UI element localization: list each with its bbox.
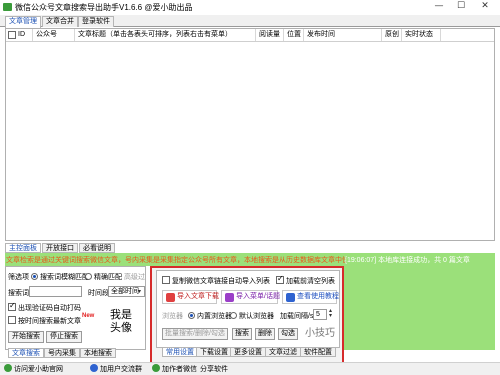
col-divider [440,29,441,41]
radio-default-label: 默认浏览器 [239,313,274,320]
avatar-line1: 我是 [110,308,132,321]
interval-input[interactable]: 5 [313,309,327,320]
share-software-link[interactable]: 分享软件 [200,364,228,374]
official-site-link[interactable]: 访问爱小助官网 [14,364,63,374]
clear-list-label: 加载前清空列表 [286,278,335,285]
col-reads[interactable]: 阅读量 [259,29,280,41]
radio-exact-match[interactable] [85,273,92,280]
stepper-icon[interactable]: ▴ ▾ [329,308,332,319]
keyword-input[interactable] [29,286,82,297]
tab-login[interactable]: 登录软件 [78,16,114,27]
tutorial-button[interactable]: 查看使用教程 [282,290,339,304]
search-latest-label: 按时间搜索最新文章 [18,318,81,325]
avatar-line2: 头像 [110,321,132,334]
col-divider [283,29,284,41]
log-area [344,266,495,350]
keyword-label: 搜索词 [8,290,29,297]
radio-builtin-browser[interactable] [188,312,195,319]
tab-account-collect[interactable]: 号内采集 [44,348,80,358]
tab-main-panel[interactable]: 主控面板 [5,243,41,253]
tab-article-filter[interactable]: 文章过滤 [265,347,301,357]
help-icon [286,293,295,302]
radio-fuzzy-match[interactable] [31,273,38,280]
col-original[interactable]: 原创 [385,29,399,41]
close-icon[interactable]: ✕ [474,0,496,13]
col-divider [255,29,256,41]
minimize-icon[interactable]: — [428,0,450,13]
col-divider [303,29,304,41]
tab-article-manage[interactable]: 文章管理 [5,16,41,28]
delete-button[interactable]: 删除 [255,328,275,340]
download-icon [166,293,175,302]
maximize-icon[interactable]: ☐ [450,0,472,13]
select-button[interactable]: 勾选 [278,328,298,340]
window-title: 微信公众号文章搜索导出助手V1.6.6 @爱小助出品 [15,3,193,12]
tab-article-search[interactable]: 文章搜索 [8,348,44,358]
tab-local-search[interactable]: 本地搜索 [80,348,116,358]
app-icon [3,3,12,11]
col-title[interactable]: 文章标题（单击各表头可排序，列表右击有菜单） [78,29,232,41]
col-id[interactable]: ID [18,29,25,41]
user-group-link[interactable]: 加用户交流群 [100,364,142,374]
tab-open-api[interactable]: 开放接口 [42,243,78,253]
radio-builtin-label: 内置浏览器 [197,313,232,320]
select-all-checkbox[interactable] [8,31,16,39]
col-publish-time[interactable]: 发布时间 [307,29,335,41]
auto-captcha-checkbox[interactable] [8,301,16,311]
chevron-down-icon: ▾ [138,288,142,295]
import-menu-label: 导入菜单/话题 [236,293,280,300]
clear-list-checkbox[interactable] [276,274,284,284]
auto-captcha-label: 出现验证码自动打码 [18,305,81,312]
tab-more-settings[interactable]: 更多设置 [230,347,266,357]
time-range-value: 全部时间 [111,288,139,295]
interval-label: 加载间隔/s [280,313,314,320]
tab-article-merge[interactable]: 文章合并 [42,16,78,27]
log-message: [19:06:07] 本地库连接成功，共 0 篇文章 [345,257,470,264]
col-divider [401,29,402,41]
home-icon [4,364,12,372]
browser-label: 浏览器 [162,313,183,320]
radio-exact-label: 精确匹配 [94,274,122,281]
tab-software-config[interactable]: 软件配置 [300,347,336,357]
col-divider [74,29,75,41]
article-table[interactable] [5,28,495,241]
start-search-button[interactable]: 开始搜索 [8,331,44,343]
table-header-border [6,41,494,42]
auto-import-link-label: 复制微信文章链接自动导入列表 [172,278,270,285]
status-bar [0,362,500,375]
col-status[interactable]: 实时状态 [405,29,433,41]
tips-label[interactable]: 小技巧 [303,327,337,340]
import-download-button[interactable]: 导入文章下载 [162,290,219,304]
col-divider [381,29,382,41]
tab-common-settings[interactable]: 常用设置 [162,347,198,357]
avatar: 我是 头像 [100,308,142,334]
interval-value: 5 [316,311,320,318]
radio-default-browser[interactable] [230,312,237,319]
import-menu-button[interactable]: 导入菜单/话题 [221,290,280,304]
search-latest-checkbox[interactable] [8,316,16,324]
col-divider [32,29,33,41]
menu-icon [225,293,234,302]
batch-search-button[interactable]: 批量搜索/删除/勾选 [162,328,228,340]
author-wechat-link[interactable]: 加作者微信 [162,364,197,374]
group-icon [90,364,98,372]
auto-import-link-checkbox[interactable] [162,276,170,284]
radio-advanced-label: 高级过 [124,274,145,281]
wechat-icon [152,364,160,372]
col-account[interactable]: 公众号 [36,29,57,41]
time-range-label: 时间段 [88,290,109,297]
radio-fuzzy-label: 搜索词模糊匹配 [40,274,89,281]
tutorial-label: 查看使用教程 [297,293,339,300]
match-label: 筛选项 [8,274,29,281]
tab-download-settings[interactable]: 下载设置 [196,347,232,357]
import-download-label: 导入文章下载 [177,293,219,300]
col-position[interactable]: 位置 [287,29,301,41]
search-button[interactable]: 搜索 [232,328,252,340]
tab-must-read[interactable]: 必看说明 [79,243,115,253]
info-description: 文章检索是通过关键词搜索微信文章，号内采集是采集指定公众号所有文章，本地搜索是从… [6,257,346,264]
new-badge: New [82,313,95,319]
stop-search-button[interactable]: 停止搜索 [46,331,82,343]
